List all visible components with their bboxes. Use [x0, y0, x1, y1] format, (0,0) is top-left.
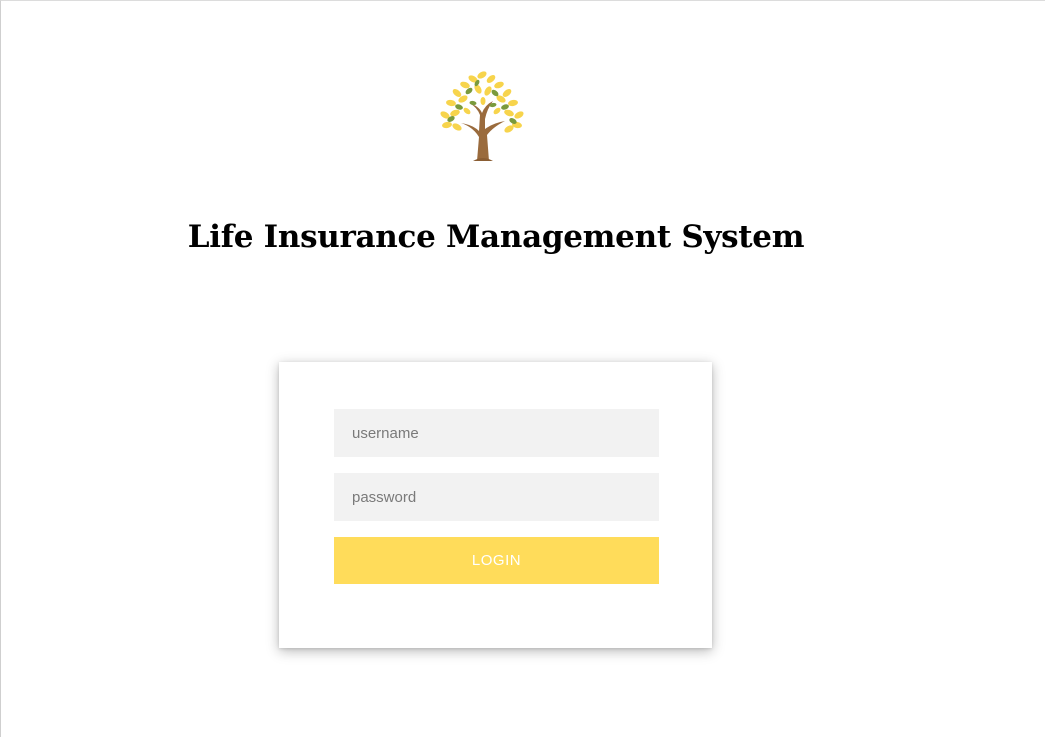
username-input[interactable] — [334, 409, 659, 457]
login-page: Life Insurance Management System LOGIN — [0, 0, 1045, 737]
password-input[interactable] — [334, 473, 659, 521]
page-title: Life Insurance Management System — [187, 219, 805, 255]
login-button[interactable]: LOGIN — [334, 537, 659, 584]
tree-logo-icon — [440, 71, 524, 161]
login-card: LOGIN — [279, 362, 712, 648]
